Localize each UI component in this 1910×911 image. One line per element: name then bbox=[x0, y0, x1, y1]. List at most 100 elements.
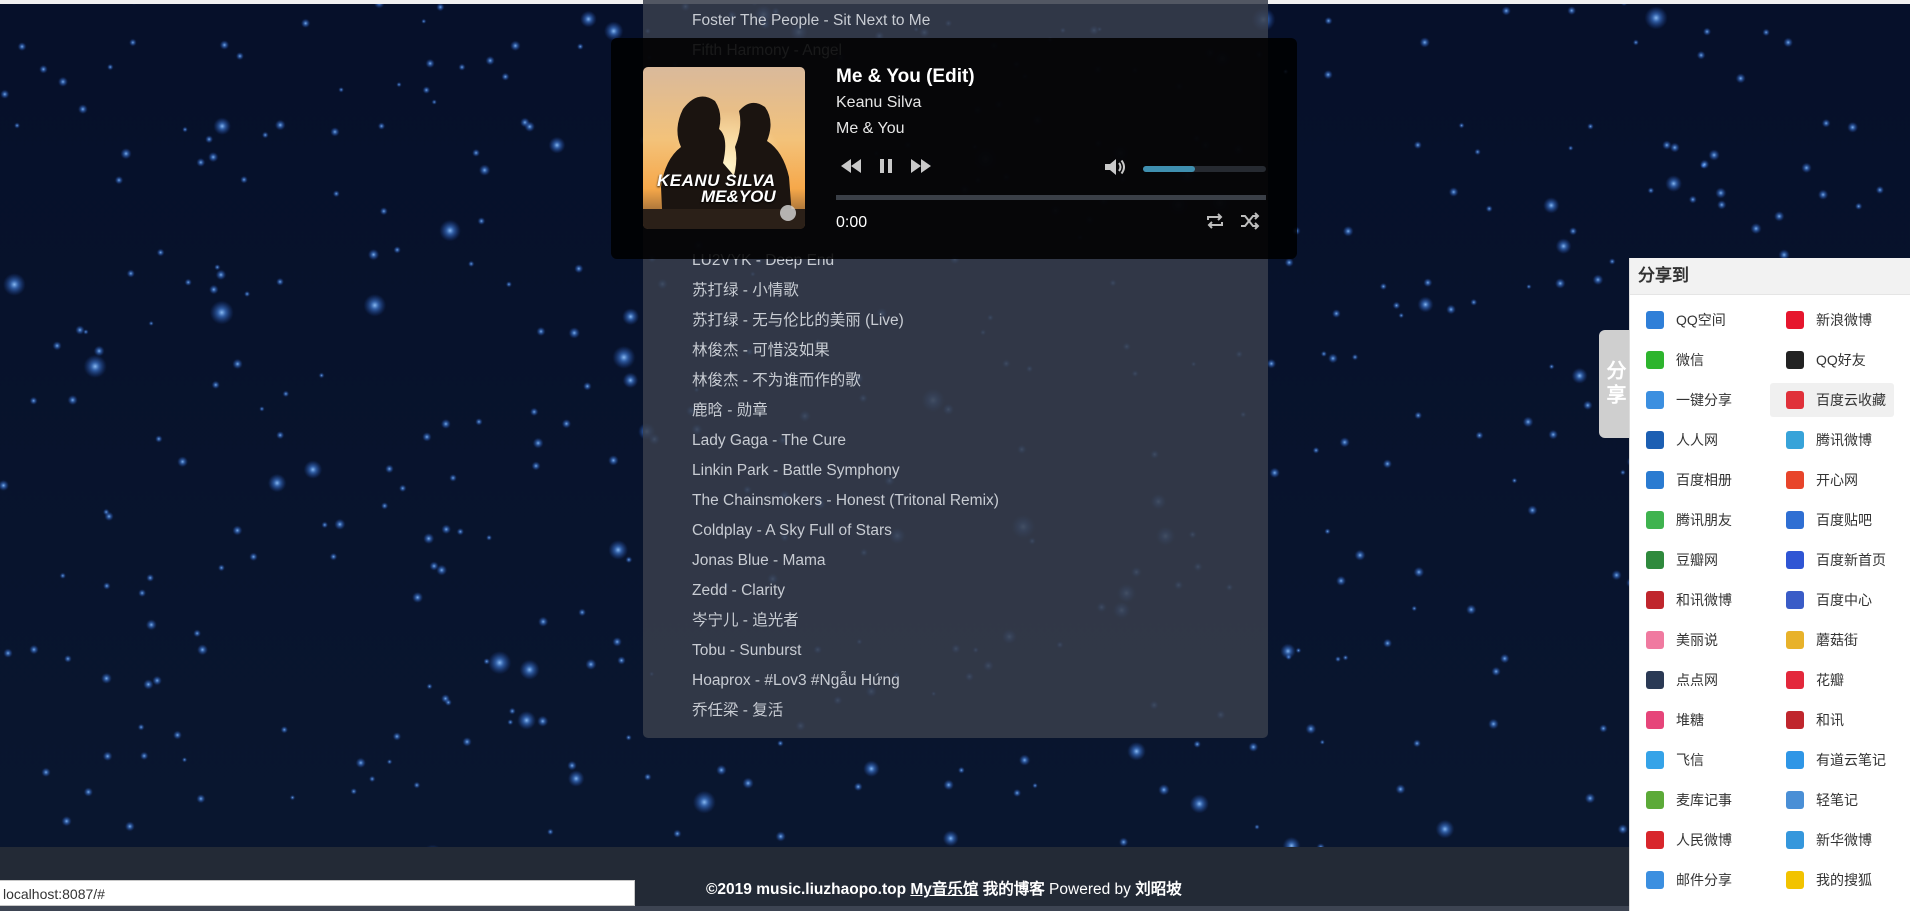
share-item-label: 豆瓣网 bbox=[1676, 552, 1718, 568]
share-item[interactable]: 新浪微博 bbox=[1770, 303, 1894, 337]
share-item[interactable]: 点点网 bbox=[1630, 663, 1754, 697]
share-item-label: 开心网 bbox=[1816, 472, 1858, 488]
qzone-icon bbox=[1646, 311, 1664, 329]
qingbiji-icon bbox=[1786, 791, 1804, 809]
share-item[interactable]: 有道云笔记 bbox=[1770, 743, 1894, 777]
share-item-label: 百度新首页 bbox=[1816, 552, 1886, 568]
share-item[interactable]: 和讯微博 bbox=[1630, 583, 1754, 617]
playlist-item[interactable]: 苏打绿 - 小情歌 bbox=[643, 276, 1268, 306]
wechat-icon bbox=[1646, 351, 1664, 369]
share-item-label: 腾讯朋友 bbox=[1676, 512, 1732, 528]
share-item[interactable]: 开心网 bbox=[1770, 463, 1894, 497]
share-item[interactable]: QQ好友 bbox=[1770, 343, 1894, 377]
baidu-album-icon bbox=[1646, 471, 1664, 489]
repeat-icon[interactable] bbox=[1205, 212, 1225, 230]
hexun-icon bbox=[1786, 711, 1804, 729]
share-item[interactable]: 百度云收藏 bbox=[1770, 383, 1894, 417]
playlist-item[interactable]: Zedd - Clarity bbox=[643, 576, 1268, 606]
mogujie-icon bbox=[1786, 631, 1804, 649]
sohu-icon bbox=[1786, 871, 1804, 889]
share-item-label: 点点网 bbox=[1676, 672, 1718, 688]
share-item[interactable]: 人人网 bbox=[1630, 423, 1754, 457]
share-item[interactable]: 微信 bbox=[1630, 343, 1754, 377]
share-item-label: 美丽说 bbox=[1676, 632, 1718, 648]
share-item[interactable]: 我的搜狐 bbox=[1770, 863, 1894, 897]
copyright: ©2019 music.liuzhaopo.top bbox=[706, 881, 907, 898]
share-item-label: 人人网 bbox=[1676, 432, 1718, 448]
share-item[interactable]: 美丽说 bbox=[1630, 623, 1754, 657]
share-item-label: 轻笔记 bbox=[1816, 792, 1858, 808]
current-time: 0:00 bbox=[836, 214, 868, 231]
share-item[interactable]: 堆糖 bbox=[1630, 703, 1754, 737]
share-item-label: 腾讯微博 bbox=[1816, 432, 1872, 448]
kaixin-icon bbox=[1786, 471, 1804, 489]
site-link[interactable]: My音乐馆 bbox=[910, 881, 978, 898]
share-item-label: 蘑菇街 bbox=[1816, 632, 1858, 648]
youdao-icon bbox=[1786, 751, 1804, 769]
share-item[interactable]: 人民微博 bbox=[1630, 823, 1754, 857]
playlist-item[interactable]: Foster The People - Sit Next to Me bbox=[643, 6, 1268, 36]
share-item[interactable]: 飞信 bbox=[1630, 743, 1754, 777]
share-item[interactable]: 腾讯朋友 bbox=[1630, 503, 1754, 537]
share-item[interactable]: 豆瓣网 bbox=[1630, 543, 1754, 577]
share-item[interactable]: 腾讯微博 bbox=[1770, 423, 1894, 457]
playlist-item[interactable]: 乔任梁 - 复活 bbox=[643, 696, 1268, 726]
previous-icon[interactable] bbox=[839, 155, 863, 177]
next-icon[interactable] bbox=[909, 155, 933, 177]
qq-icon bbox=[1786, 351, 1804, 369]
share-item[interactable]: 轻笔记 bbox=[1770, 783, 1894, 817]
volume-icon[interactable] bbox=[1103, 157, 1127, 179]
volume-slider[interactable] bbox=[1143, 166, 1266, 172]
share-item-label: 百度中心 bbox=[1816, 592, 1872, 608]
baidu-paw-icon bbox=[1786, 551, 1804, 569]
share-item[interactable]: 新华微博 bbox=[1770, 823, 1894, 857]
share-item[interactable]: 百度新首页 bbox=[1770, 543, 1894, 577]
share-item[interactable]: QQ空间 bbox=[1630, 303, 1754, 337]
share-item[interactable]: 一键分享 bbox=[1630, 383, 1754, 417]
share-item[interactable]: 百度贴吧 bbox=[1770, 503, 1894, 537]
share-item[interactable]: 邮件分享 bbox=[1630, 863, 1754, 897]
xinhua-icon bbox=[1786, 831, 1804, 849]
playlist-item[interactable]: Linkin Park - Battle Symphony bbox=[643, 456, 1268, 486]
diandian-icon bbox=[1646, 671, 1664, 689]
share-item[interactable]: 麦库记事 bbox=[1630, 783, 1754, 817]
heart-icon bbox=[1786, 391, 1804, 409]
album-cover: KEANU SILVA ME&YOU bbox=[643, 67, 805, 229]
mail-icon bbox=[1646, 871, 1664, 889]
status-bar-url: localhost:8087/# bbox=[0, 880, 635, 906]
share-item-label: 花瓣 bbox=[1816, 672, 1844, 688]
share-item-label: 新浪微博 bbox=[1816, 312, 1872, 328]
maiku-icon bbox=[1646, 791, 1664, 809]
playlist-item[interactable]: 岑宁儿 - 追光者 bbox=[643, 606, 1268, 636]
playlist-item[interactable]: Jonas Blue - Mama bbox=[643, 546, 1268, 576]
playlist-item[interactable]: 林俊杰 - 可惜没如果 bbox=[643, 336, 1268, 366]
share-item-label: 和讯 bbox=[1816, 712, 1844, 728]
share-heading: 分享到 bbox=[1630, 258, 1910, 295]
playlist-item[interactable]: Hoaprox - #Lov3 #Ngẫu Hứng bbox=[643, 666, 1268, 696]
shuffle-icon[interactable] bbox=[1240, 212, 1260, 230]
bottom-strip bbox=[0, 906, 1629, 911]
author-link[interactable]: 刘昭坡 bbox=[1135, 881, 1182, 898]
share-panel: 分享到 QQ空间 新浪微博微信 QQ好友 一键分享 百度云收藏人人网 腾讯微博百度相册 开心… bbox=[1629, 258, 1910, 911]
share-item-label: 我的搜狐 bbox=[1816, 872, 1872, 888]
playlist-item[interactable]: 林俊杰 - 不为谁而作的歌 bbox=[643, 366, 1268, 396]
share-item[interactable]: 蘑菇街 bbox=[1770, 623, 1894, 657]
playlist-item[interactable]: The Chainsmokers - Honest (Tritonal Remi… bbox=[643, 486, 1268, 516]
share-tab[interactable]: 分享 bbox=[1599, 330, 1629, 438]
people-weibo-icon bbox=[1646, 831, 1664, 849]
pause-icon[interactable] bbox=[874, 155, 898, 177]
share-item-label: 新华微博 bbox=[1816, 832, 1872, 848]
renren-icon bbox=[1646, 431, 1664, 449]
playlist-item[interactable]: Tobu - Sunburst bbox=[643, 636, 1268, 666]
playlist-item[interactable]: Coldplay - A Sky Full of Stars bbox=[643, 516, 1268, 546]
share-item[interactable]: 百度相册 bbox=[1630, 463, 1754, 497]
share-item[interactable]: 和讯 bbox=[1770, 703, 1894, 737]
playlist-item[interactable]: 鹿晗 - 勋章 bbox=[643, 396, 1268, 426]
share-item[interactable]: 百度中心 bbox=[1770, 583, 1894, 617]
playlist-item[interactable]: 苏打绿 - 无与伦比的美丽 (Live) bbox=[643, 306, 1268, 336]
progress-bar[interactable] bbox=[836, 195, 1266, 200]
playlist-item[interactable]: Lady Gaga - The Cure bbox=[643, 426, 1268, 456]
blog-link[interactable]: 我的博客 bbox=[983, 881, 1045, 898]
share-item[interactable]: 花瓣 bbox=[1770, 663, 1894, 697]
share-item-label: 人民微博 bbox=[1676, 832, 1732, 848]
